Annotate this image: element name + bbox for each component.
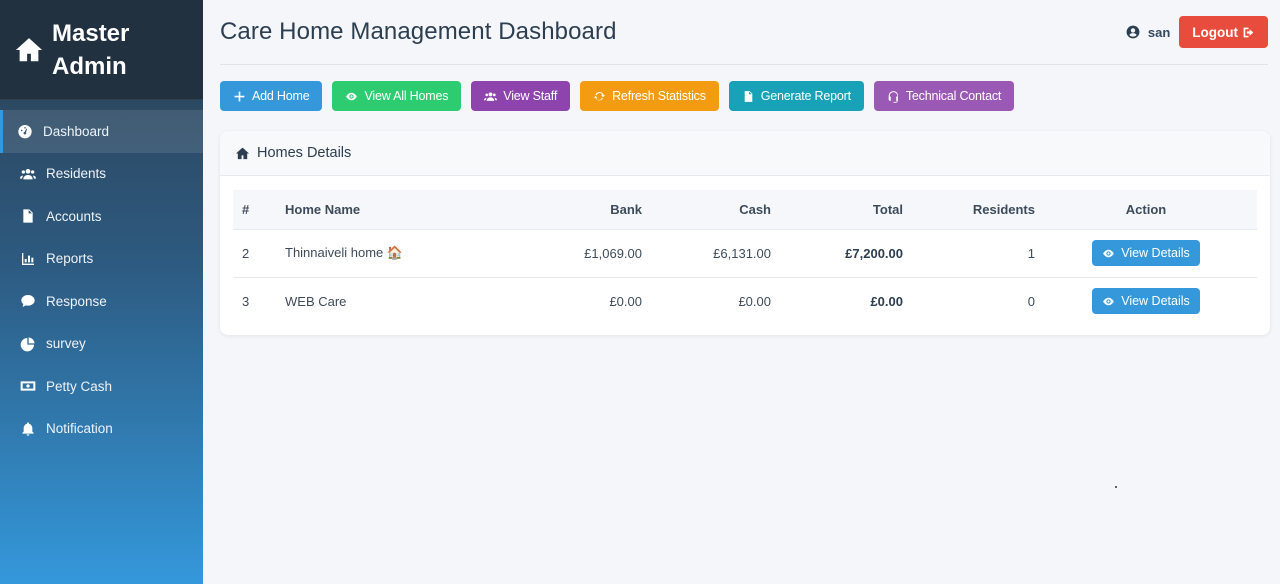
cell-residents: 1 [1027,245,1035,261]
logout-button[interactable]: Logout [1179,16,1268,48]
chart-bar-icon [22,252,34,265]
tachometer-icon [18,125,32,139]
sidebar-nav: Dashboard Residents Accounts Reports Res… [0,110,203,450]
view-details-button[interactable]: View Details [1092,240,1200,266]
brand-line-1: Master [52,19,130,47]
view-details-button[interactable]: View Details [1092,288,1200,315]
users-icon [20,168,36,180]
main-content: Care Home Management Dashboard san Logou… [203,0,1280,584]
sidebar: Master Admin Dashboard Residents Account… [0,0,203,584]
money-bill-icon [20,381,36,391]
brand-title: Master Admin [52,17,129,83]
sidebar-item-label: Accounts [46,208,102,224]
cell-number: 2 [242,245,250,261]
topbar: Care Home Management Dashboard san Logou… [220,0,1268,65]
col-header-action: Action [1125,201,1167,217]
view-details-label: View Details [1121,246,1190,260]
brand-line-2: Admin [52,52,127,80]
view-all-homes-button[interactable]: View All Homes [332,81,462,111]
sidebar-item-residents[interactable]: Residents [0,153,203,196]
sidebar-item-label: Petty Cash [46,378,113,394]
cell-total: £7,200.00 [845,245,903,261]
cell-residents: 0 [1027,293,1035,309]
table-row: 3 WEB Care £0.00 £0.00 £0.00 0 View Deta… [233,277,1257,325]
sidebar-item-reports[interactable]: Reports [0,238,203,281]
eye-icon [346,92,358,100]
headset-icon [888,90,898,103]
generate-report-button[interactable]: Generate Report [728,81,864,111]
generate-report-label: Generate Report [760,89,851,103]
brand: Master Admin [0,0,203,100]
col-header-cash: Cash [739,201,771,217]
refresh-statistics-button[interactable]: Refresh Statistics [580,81,719,111]
sidebar-item-petty-cash[interactable]: Petty Cash [0,365,203,408]
add-home-label: Add Home [252,89,310,103]
view-staff-button[interactable]: View Staff [471,81,571,111]
sidebar-item-dashboard[interactable]: Dashboard [0,110,203,153]
home-icon [15,37,43,61]
view-all-homes-label: View All Homes [364,89,449,103]
col-header-number: # [242,201,250,217]
sidebar-item-label: Response [46,293,107,309]
action-toolbar: Add Home View All Homes View Staff Refre… [220,81,1268,111]
stray-dot [1115,486,1117,488]
sidebar-item-label: Reports [46,251,94,267]
user-area: san Logout [1126,16,1268,48]
card-body: # Home Name Bank Cash Total Residents Ac… [220,176,1270,335]
users-icon [484,91,498,101]
cell-action: View Details [1035,229,1257,277]
cell-home-name: WEB Care [285,293,347,309]
cell-home-name: Thinnaiveli home 🏠 [285,245,404,260]
table-row: 2 Thinnaiveli home 🏠 £1,069.00 £6,131.00… [233,229,1257,277]
card-header: Homes Details [220,131,1270,176]
file-invoice-icon [23,209,33,223]
technical-contact-button[interactable]: Technical Contact [873,81,1015,111]
user-circle-icon [1126,25,1140,39]
sync-icon [594,91,606,100]
technical-contact-label: Technical Contact [905,89,1002,103]
card-title: Homes Details [257,145,352,161]
sidebar-item-label: Dashboard [43,123,110,139]
col-header-bank: Bank [610,201,642,217]
sign-out-icon [1243,27,1254,37]
bell-icon [22,422,34,436]
homes-details-card: Homes Details # Home Name Bank Cash Tota… [220,131,1270,335]
cell-action: View Details [1035,277,1257,325]
file-icon [744,90,753,102]
view-details-label: View Details [1121,294,1190,309]
cell-cash: £6,131.00 [713,245,771,261]
cell-number: 3 [242,293,250,309]
logout-label: Logout [1192,24,1238,40]
sidebar-item-accounts[interactable]: Accounts [0,195,203,238]
col-header-home-name: Home Name [285,201,361,217]
homes-table: # Home Name Bank Cash Total Residents Ac… [233,190,1257,325]
eye-icon [1103,249,1115,257]
col-header-total: Total [872,201,903,217]
comment-icon [21,295,35,308]
sidebar-item-response[interactable]: Response [0,280,203,323]
table-header-row: # Home Name Bank Cash Total Residents Ac… [233,190,1257,229]
refresh-statistics-label: Refresh Statistics [612,89,706,103]
sidebar-item-notification[interactable]: Notification [0,408,203,451]
sidebar-item-label: Notification [46,421,113,437]
col-header-residents: Residents [972,201,1035,217]
sidebar-item-label: Residents [46,166,107,182]
cell-bank: £1,069.00 [584,245,642,261]
home-icon [235,147,250,159]
chart-pie-icon [20,337,35,352]
cell-bank: £0.00 [609,293,642,309]
page-title: Care Home Management Dashboard [220,18,617,45]
add-home-button[interactable]: Add Home [220,81,323,111]
sidebar-item-survey[interactable]: survey [0,323,203,366]
username: san [1147,24,1171,40]
sidebar-item-label: survey [46,336,86,352]
cell-total: £0.00 [870,293,903,309]
cell-cash: £0.00 [738,293,771,309]
eye-icon [1103,297,1115,306]
plus-icon [234,91,245,101]
view-staff-label: View Staff [503,89,558,103]
